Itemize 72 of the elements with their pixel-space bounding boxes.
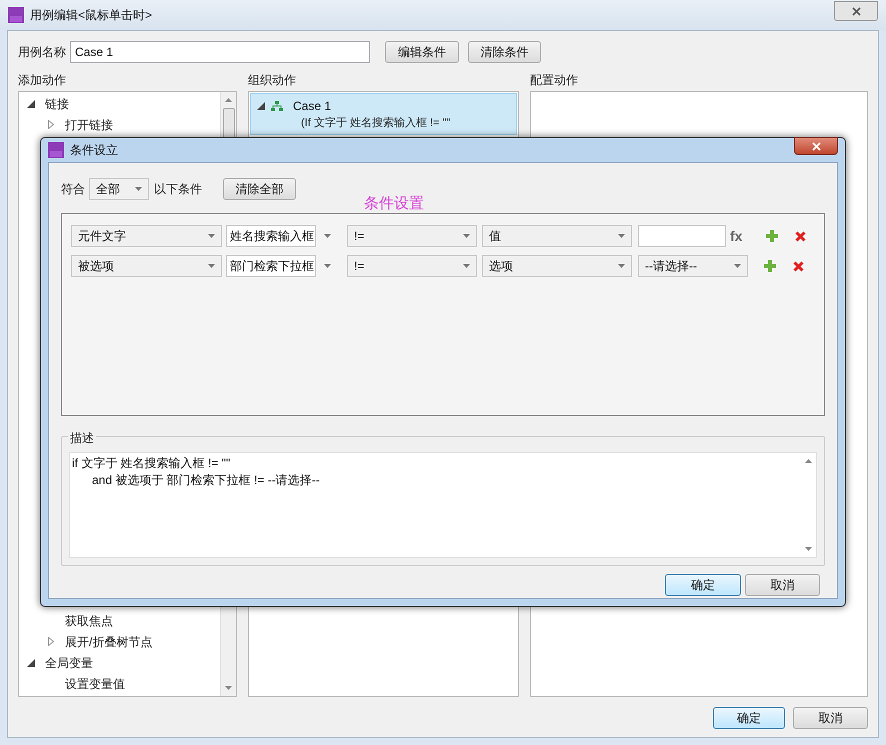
case-condition: (If 文字于 姓名搜索输入框 != "" [300,116,452,131]
close-button[interactable] [794,137,838,155]
annotation-text: 条件设置 [364,194,424,214]
widget-dropdown[interactable]: 部门检索下拉框 [226,255,316,277]
caret-icon [208,234,215,238]
tree-item[interactable]: 打开链接 [65,116,113,134]
value-input-field[interactable] [638,225,726,247]
case-name-field[interactable]: Case 1 [70,41,370,63]
widget-dropdown[interactable]: 姓名搜索输入框 [226,225,316,247]
caret-icon [463,264,470,268]
case-label: Case 1 [293,98,332,115]
tree-item[interactable]: 展开/折叠树节点 [65,632,152,650]
case-tree-icon [271,100,283,112]
caret-icon [618,264,625,268]
action-button[interactable]: 清除条件 [468,41,541,63]
operator-dropdown[interactable]: != [347,255,477,277]
match-suffix: 以下条件 [154,181,202,198]
action-button[interactable]: 取消 [745,574,820,596]
tree-item[interactable]: 全局变量 [45,654,93,672]
case-name-label: 用例名称 [18,44,66,61]
ok-button[interactable]: 确定 [713,707,785,729]
match-label: 符合 [61,181,85,198]
add-icon[interactable] [764,260,776,272]
caret-icon [463,234,470,238]
action-button[interactable]: 清除全部 [223,178,296,200]
scroll-down-icon[interactable] [225,686,232,690]
tree-item[interactable]: 链接 [45,94,69,112]
value-type-dropdown[interactable]: 值 [482,225,632,247]
value-dropdown[interactable]: --请选择-- [638,255,748,277]
caret-icon [324,234,331,238]
scroll-up-icon[interactable] [804,459,812,463]
caret-icon [208,264,215,268]
caret-icon [734,264,741,268]
action-button[interactable]: 编辑条件 [385,41,459,63]
close-icon [852,6,860,16]
collapsed-triangle-icon[interactable] [48,637,54,646]
ok-button[interactable]: 确定 [665,574,741,596]
description-textarea[interactable]: if 文字于 姓名搜索输入框 != "" and 被选项于 部门检索下拉框 != --请选择-- [69,452,817,558]
expanded-triangle-icon[interactable] [27,658,35,666]
description-label: 描述 [68,429,96,447]
case-item[interactable]: Case 1 (If 文字于 姓名搜索输入框 != "" [250,93,517,134]
description-line: and 被选项于 部门检索下拉框 != --请选择-- [91,472,321,489]
close-button[interactable] [834,1,878,21]
add-icon[interactable] [766,230,778,242]
window-title: 用例编辑<鼠标单击时> [30,7,152,24]
operator-dropdown[interactable]: != [347,225,477,247]
column-title: 添加动作 [18,72,67,89]
delete-icon[interactable] [793,260,804,272]
expanded-triangle-icon[interactable] [27,100,35,108]
fx-button[interactable]: fx [730,226,760,246]
caret-icon [135,187,142,191]
tree-item[interactable]: 获取焦点 [65,612,113,630]
close-icon [812,142,820,150]
column-title: 组织动作 [248,72,297,89]
target-type-dropdown[interactable]: 元件文字 [71,225,222,247]
caret-icon [618,234,625,238]
app-logo-icon [8,7,24,23]
scroll-up-icon[interactable] [225,98,232,102]
delete-icon[interactable] [795,230,806,242]
match-dropdown[interactable]: 全部 [89,178,149,200]
column-title: 配置动作 [530,72,579,89]
target-type-dropdown[interactable]: 被选项 [71,255,222,277]
tree-item[interactable]: 设置变量值 [65,674,125,692]
scroll-down-icon[interactable] [804,547,812,551]
collapsed-triangle-icon[interactable] [48,120,54,129]
action-button[interactable]: 取消 [793,707,868,729]
description-line: if 文字于 姓名搜索输入框 != "" [72,455,232,472]
value-type-dropdown[interactable]: 选项 [482,255,632,277]
dialog-title: 条件设立 [70,142,118,159]
expanded-triangle-icon[interactable] [257,102,265,110]
app-logo-icon [48,142,64,158]
caret-icon [324,264,331,268]
